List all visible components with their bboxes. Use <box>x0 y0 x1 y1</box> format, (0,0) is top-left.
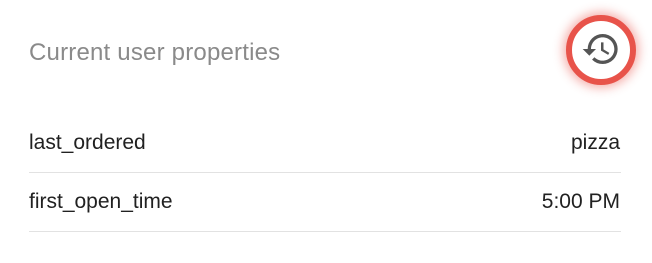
history-button[interactable] <box>566 15 636 85</box>
property-value: 5:00 PM <box>541 190 620 213</box>
property-row-last-ordered: last_ordered pizza <box>29 114 621 173</box>
property-key: first_open_time <box>29 190 173 213</box>
property-key: last_ordered <box>29 131 146 154</box>
property-row-first-open-time: first_open_time 5:00 PM <box>29 173 621 232</box>
history-icon <box>582 34 618 65</box>
properties-list: last_ordered pizza first_open_time 5:00 … <box>29 114 621 232</box>
panel-title: Current user properties <box>29 39 281 66</box>
user-properties-panel: Current user properties last_ordered piz… <box>0 0 652 263</box>
property-value: pizza <box>570 131 620 154</box>
